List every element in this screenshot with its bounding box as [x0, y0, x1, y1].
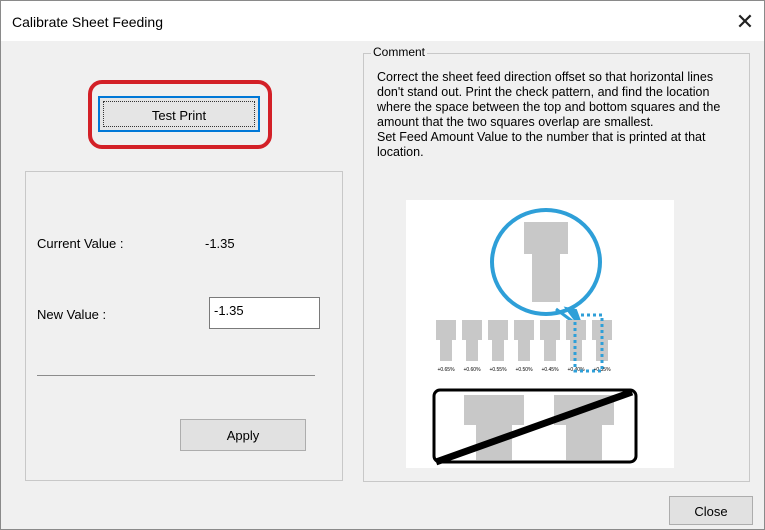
close-window-icon[interactable]: ✕	[732, 9, 758, 35]
close-button[interactable]: Close	[669, 496, 753, 525]
new-value-input[interactable]: -1.35	[209, 297, 320, 329]
current-value: -1.35	[205, 236, 235, 251]
pattern-bottom-square	[544, 339, 556, 361]
pattern-diagram: +0.65% +0.60% +0.55% +0.50% +0.45% +0.40% +0.3…	[432, 208, 638, 466]
pattern-label: +0.65%	[437, 367, 455, 373]
pattern-row: +0.65% +0.60% +0.55% +0.50% +0.45% +0.40% +0.3…	[436, 320, 612, 373]
pattern-label: +0.45%	[541, 367, 559, 373]
title-bar: Calibrate Sheet Feeding ✕	[1, 1, 764, 41]
comment-text: Correct the sheet feed direction offset …	[377, 70, 743, 160]
zoom-bottom-square	[532, 254, 560, 302]
pattern-top-square	[462, 320, 482, 340]
pattern-bottom-square	[466, 339, 478, 361]
comment-paragraph-2: Set Feed Amount Value to the number that…	[377, 130, 706, 159]
test-print-button[interactable]: Test Print	[98, 96, 260, 132]
check-pattern-illustration: +0.65% +0.60% +0.55% +0.50% +0.45% +0.40% +0.3…	[406, 200, 674, 468]
new-value-label: New Value :	[37, 307, 107, 322]
pattern-bottom-square	[492, 339, 504, 361]
comment-paragraph-1: Correct the sheet feed direction offset …	[377, 70, 721, 129]
current-value-label: Current Value :	[37, 236, 124, 251]
apply-button[interactable]: Apply	[180, 419, 306, 451]
pattern-top-square	[436, 320, 456, 340]
comment-legend: Comment	[371, 45, 428, 59]
pattern-label: +0.55%	[489, 367, 507, 373]
pattern-bottom-square	[440, 339, 452, 361]
zoom-top-square	[524, 222, 568, 254]
window-title: Calibrate Sheet Feeding	[12, 14, 163, 30]
pattern-top-square	[488, 320, 508, 340]
pattern-top-square	[514, 320, 534, 340]
pattern-top-square	[540, 320, 560, 340]
divider	[37, 375, 315, 376]
pattern-label: +0.50%	[515, 367, 533, 373]
pattern-label: +0.60%	[463, 367, 481, 373]
pattern-bottom-square	[518, 339, 530, 361]
